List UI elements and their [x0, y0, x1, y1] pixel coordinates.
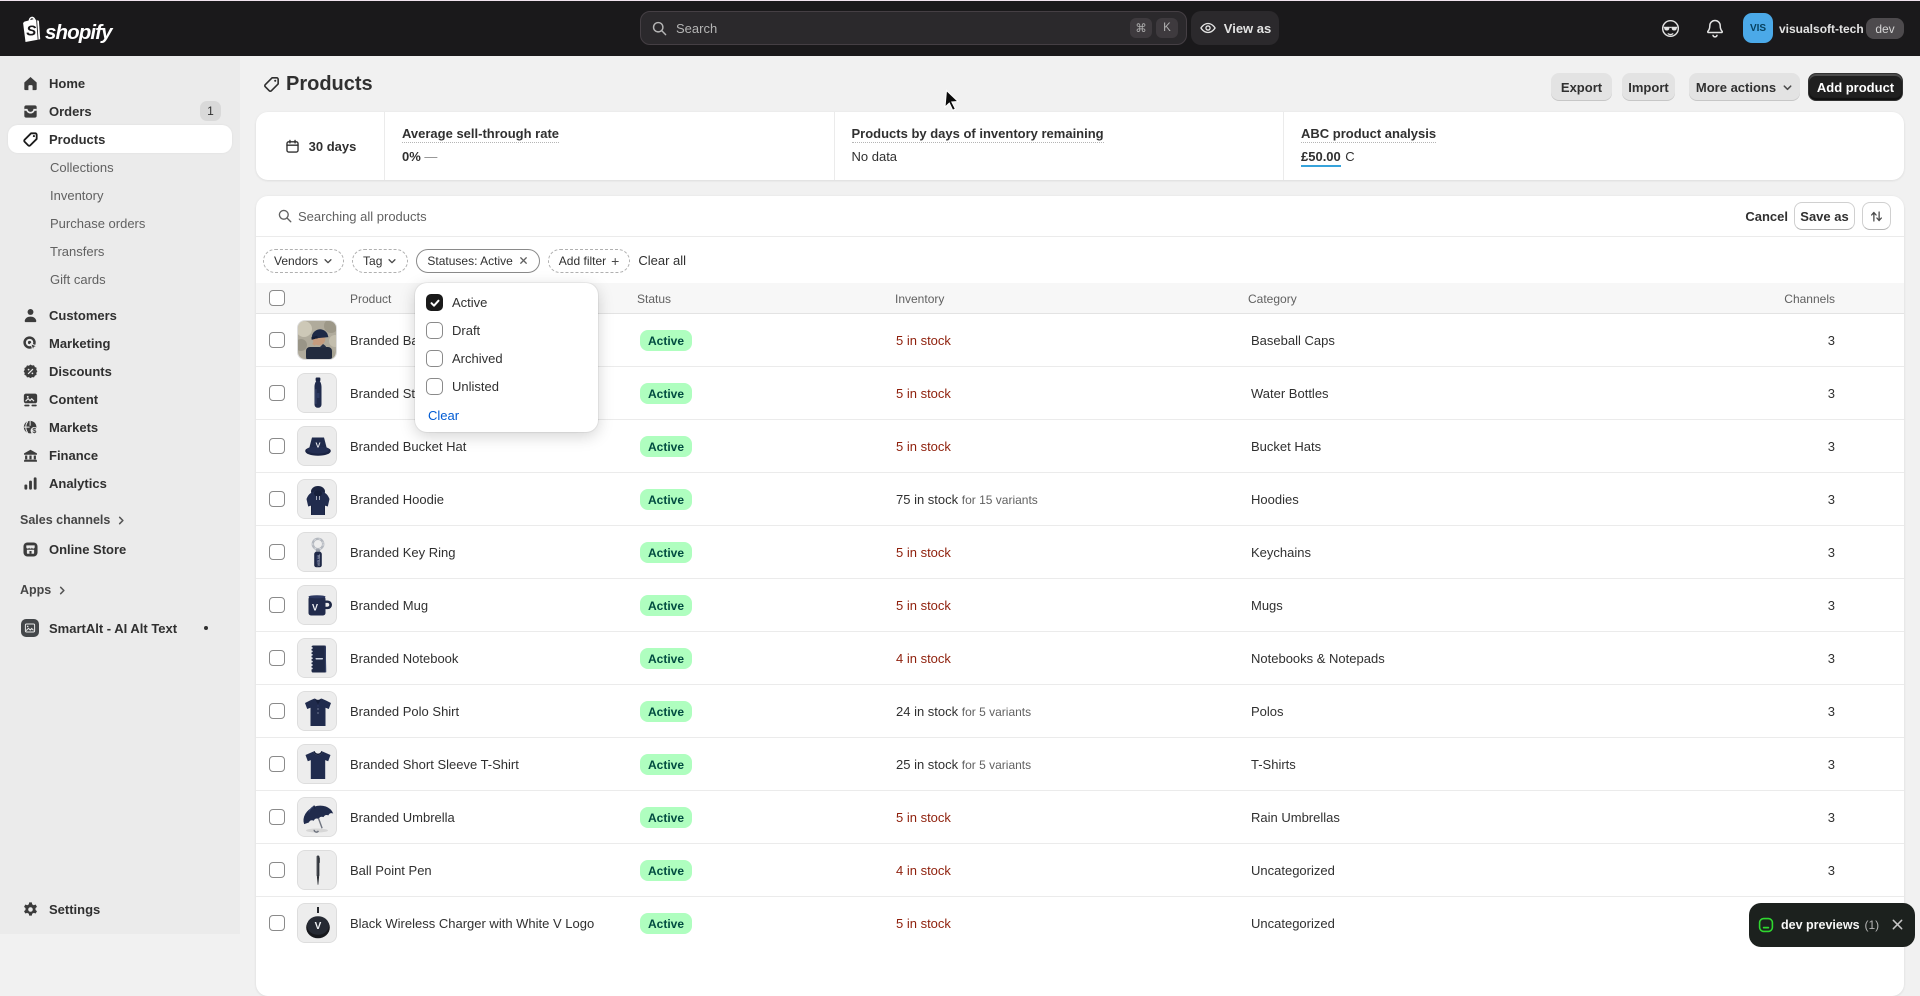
svg-text:shopify: shopify: [45, 21, 114, 44]
svg-text:V: V: [315, 921, 322, 932]
svg-text:V: V: [315, 441, 320, 450]
svg-text:VISUAL: VISUAL: [317, 554, 321, 567]
svg-text:$: $: [32, 427, 36, 435]
svg-text:S: S: [26, 23, 36, 40]
svg-text:V: V: [312, 603, 318, 613]
